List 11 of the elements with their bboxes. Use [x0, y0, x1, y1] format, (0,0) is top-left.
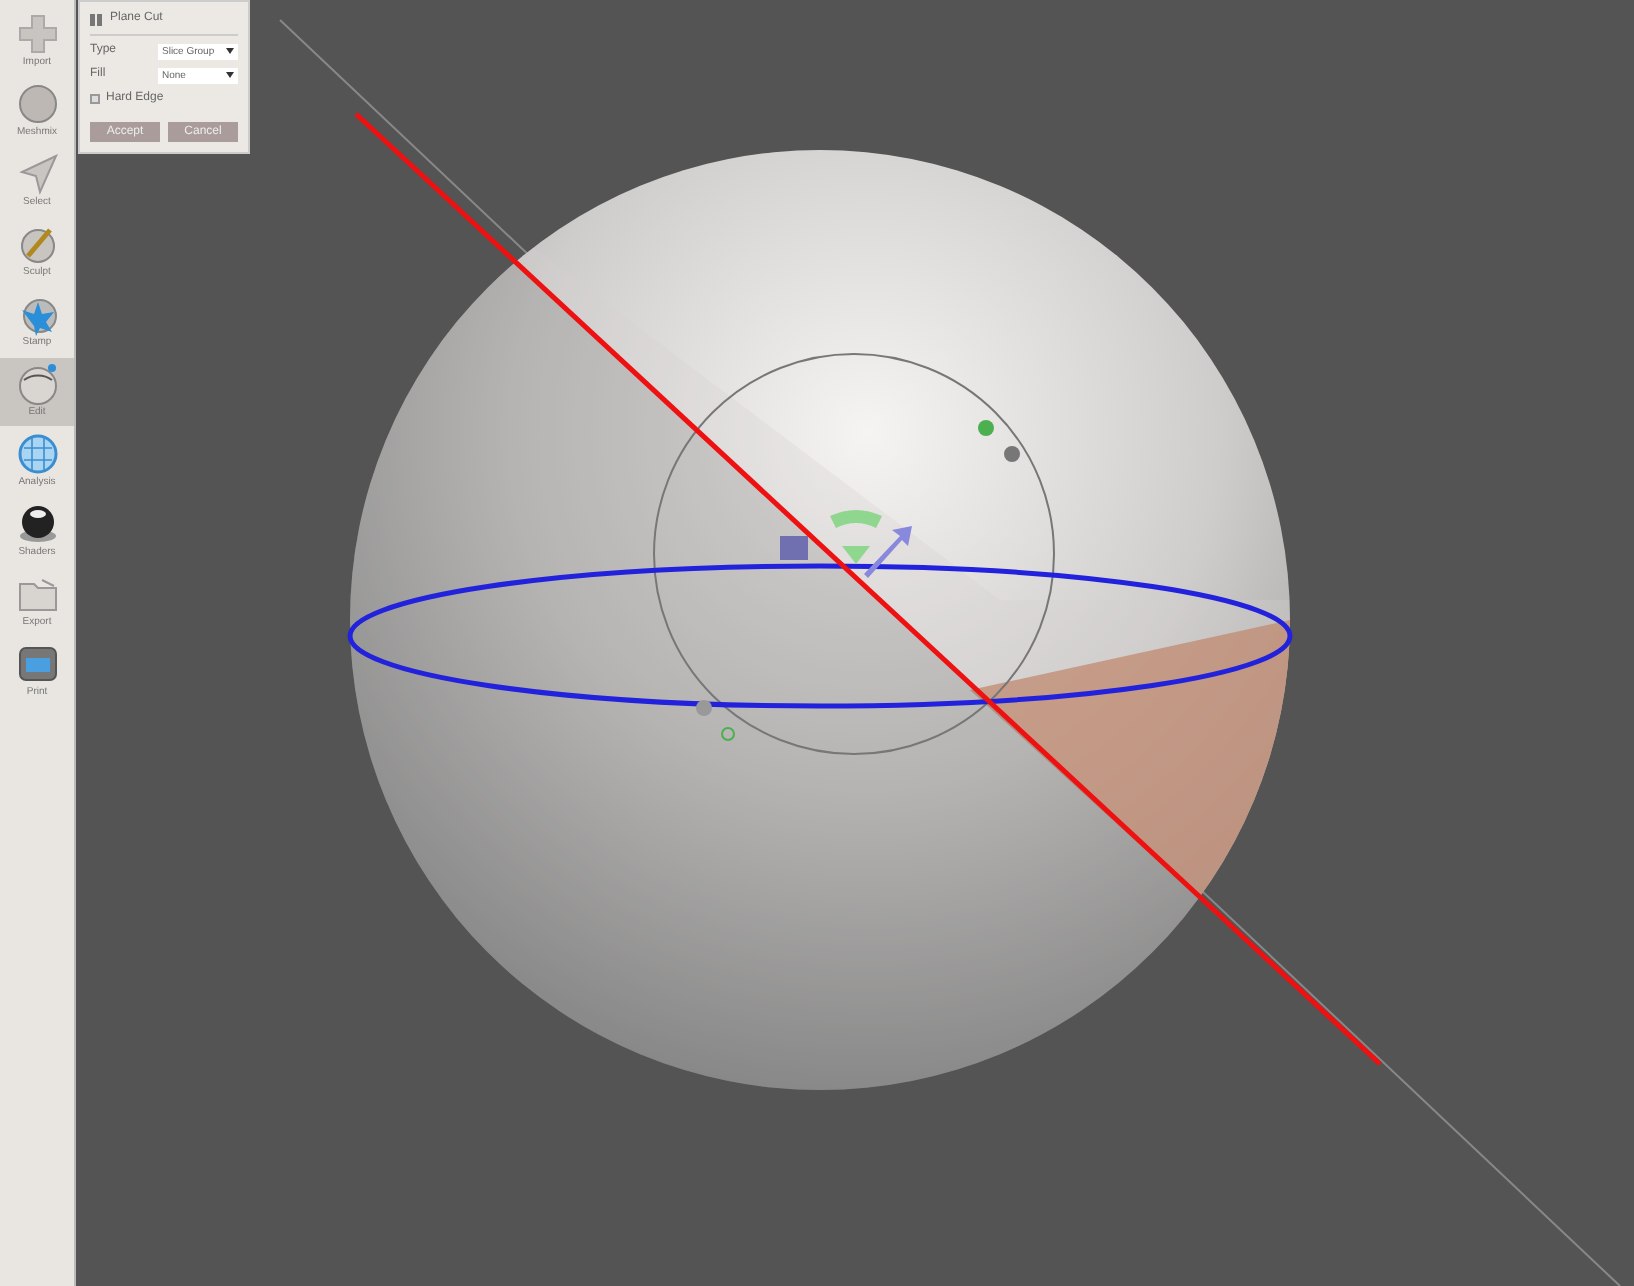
sphere-icon [15, 362, 59, 406]
pointer-icon [15, 152, 59, 196]
plus-icon [15, 12, 59, 56]
checkbox[interactable] [90, 94, 100, 104]
shaded-sphere-icon [15, 502, 59, 546]
sphere-icon [15, 82, 59, 126]
caret-icon [226, 48, 234, 54]
printer-icon [15, 642, 59, 686]
grid-icon [90, 13, 102, 25]
mesh-sphere-icon [15, 432, 59, 476]
caret-icon [226, 72, 234, 78]
